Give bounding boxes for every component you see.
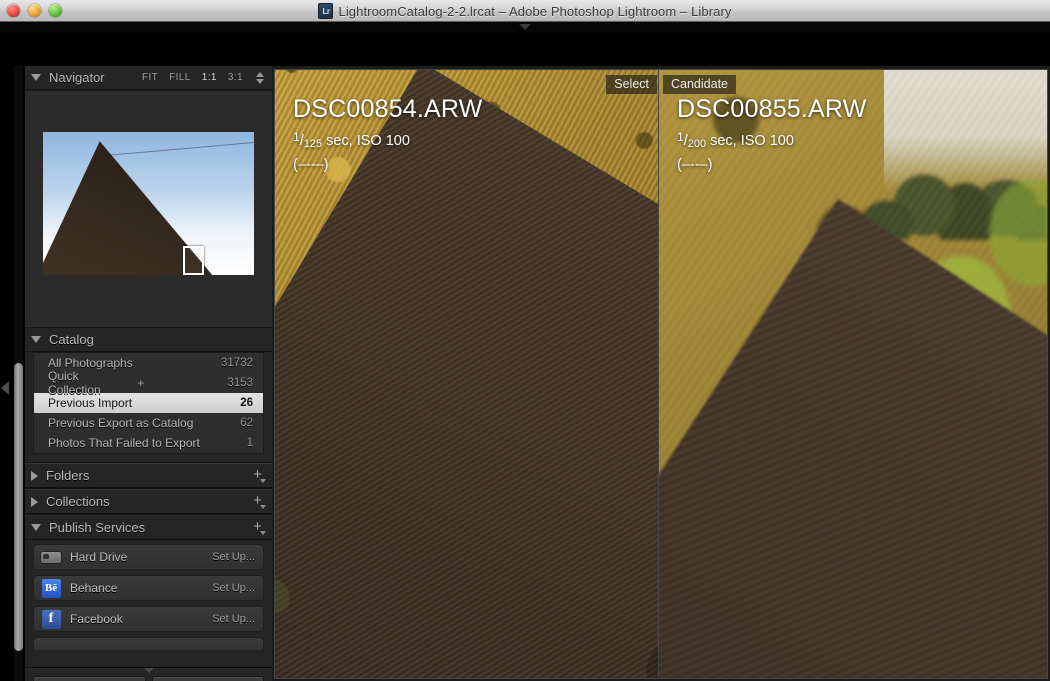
quick-collection-plus-icon: + — [137, 376, 144, 390]
behance-icon: Bē — [40, 579, 62, 597]
publish-service-label: Hard Drive — [70, 550, 212, 564]
folders-header[interactable]: Folders + — [25, 464, 272, 488]
catalog-item-previous-export-as-catalog[interactable]: Previous Export as Catalog 62 — [34, 413, 263, 433]
catalog-item-count: 26 — [240, 397, 253, 409]
export-button[interactable]: Export... — [152, 676, 265, 681]
catalog-item-label: Photos That Failed to Export — [48, 436, 247, 450]
top-panel-toggle-icon[interactable] — [519, 24, 531, 30]
chevron-right-icon[interactable] — [31, 471, 38, 481]
publish-service-setup-link[interactable]: Set Up... — [212, 582, 255, 594]
publish-services-header[interactable]: Publish Services + — [25, 516, 272, 540]
power-line — [107, 142, 254, 156]
select-pane[interactable]: Select DSC00854.ARW 1/125 sec, ISO 100 (… — [274, 69, 662, 679]
zoom-stepper-icon[interactable] — [256, 71, 264, 85]
catalog-list: All Photographs 31732 Quick Collection +… — [33, 352, 264, 454]
add-publish-service-icon[interactable]: + — [251, 521, 264, 534]
catalog-item-count: 3153 — [227, 377, 253, 389]
lightroom-window: Lr LightroomCatalog-2-2.lrcat – Adobe Ph… — [0, 0, 1050, 681]
left-panel-scroll-thumb[interactable] — [14, 363, 23, 651]
left-panel-collapse-icon[interactable] — [1, 381, 9, 395]
navigator-title: Navigator — [49, 70, 142, 85]
navigator-thumbnail — [43, 132, 254, 275]
catalog-item-label: Previous Import — [48, 396, 240, 410]
title-bar: Lr LightroomCatalog-2-2.lrcat – Adobe Ph… — [0, 0, 1050, 22]
publish-service-label: Behance — [70, 581, 212, 595]
catalog-item-photos-that-failed-to-export[interactable]: Photos That Failed to Export 1 — [34, 433, 263, 453]
candidate-pane[interactable]: Candidate DSC00855.ARW 1/200 sec, ISO 10… — [658, 69, 1048, 679]
left-panel: Navigator FIT FILL 1:1 3:1 — [25, 66, 272, 681]
window-controls — [7, 4, 62, 17]
catalog-item-count: 1 — [247, 437, 253, 449]
import-button[interactable]: Import... — [33, 676, 146, 681]
folders-title: Folders — [46, 468, 251, 483]
select-badge: Select — [606, 75, 657, 94]
zoom-1-1[interactable]: 1:1 — [202, 72, 217, 83]
zoom-fit[interactable]: FIT — [142, 72, 158, 83]
navigator-zoom-group: FIT FILL 1:1 3:1 — [142, 71, 264, 85]
publish-services-title: Publish Services — [49, 520, 251, 535]
catalog-section: Catalog All Photographs 31732 Quick Coll… — [25, 328, 272, 454]
add-folder-icon[interactable]: + — [251, 469, 264, 482]
candidate-badge: Candidate — [663, 75, 736, 94]
chevron-down-icon[interactable] — [31, 336, 41, 343]
navigator-preview[interactable] — [25, 90, 272, 328]
title-group: Lr LightroomCatalog-2-2.lrcat – Adobe Ph… — [0, 0, 1050, 22]
catalog-item-label: Previous Export as Catalog — [48, 416, 240, 430]
workspace: Navigator FIT FILL 1:1 3:1 — [0, 33, 1050, 681]
catalog-item-label: All Photographs — [48, 356, 221, 370]
hard-drive-icon — [40, 548, 62, 566]
publish-service-partial-row[interactable] — [33, 637, 264, 650]
left-panel-toggle-icon[interactable] — [144, 668, 154, 673]
chevron-right-icon[interactable] — [31, 497, 38, 507]
catalog-title: Catalog — [49, 332, 264, 347]
left-panel-footer: Import... Export... — [25, 667, 272, 681]
spacer — [25, 454, 272, 462]
collections-header[interactable]: Collections + — [25, 490, 272, 514]
navigator-crop-rectangle[interactable] — [183, 246, 204, 275]
candidate-photo — [659, 70, 1047, 678]
catalog-item-count: 62 — [240, 417, 253, 429]
publish-services-list: Hard Drive Set Up... Bē Behance Set Up..… — [25, 540, 272, 632]
facebook-icon: f — [40, 610, 62, 628]
collections-title: Collections — [46, 494, 251, 509]
chevron-down-icon[interactable] — [31, 74, 41, 81]
window-title: LightroomCatalog-2-2.lrcat – Adobe Photo… — [338, 4, 731, 19]
catalog-item-count: 31732 — [221, 357, 253, 369]
close-button[interactable] — [7, 4, 20, 17]
compare-view: Select DSC00854.ARW 1/125 sec, ISO 100 (… — [272, 66, 1050, 681]
publish-service-facebook[interactable]: f Facebook Set Up... — [33, 606, 264, 632]
chevron-down-icon[interactable] — [31, 524, 41, 531]
publish-service-setup-link[interactable]: Set Up... — [212, 551, 255, 563]
navigator-header[interactable]: Navigator FIT FILL 1:1 3:1 — [25, 66, 272, 90]
zoom-fill[interactable]: FILL — [169, 72, 191, 83]
add-collection-icon[interactable]: + — [251, 495, 264, 508]
publish-service-behance[interactable]: Bē Behance Set Up... — [33, 575, 264, 601]
publish-service-hard-drive[interactable]: Hard Drive Set Up... — [33, 544, 264, 570]
catalog-item-label: Quick Collection — [48, 369, 131, 397]
catalog-item-previous-import[interactable]: Previous Import 26 — [34, 393, 263, 413]
zoom-button[interactable] — [49, 4, 62, 17]
select-photo — [275, 70, 661, 678]
publish-service-setup-link[interactable]: Set Up... — [212, 613, 255, 625]
lightroom-app-icon: Lr — [318, 3, 333, 19]
zoom-3-1[interactable]: 3:1 — [228, 72, 243, 83]
catalog-item-quick-collection[interactable]: Quick Collection + 3153 — [34, 373, 263, 393]
publish-service-label: Facebook — [70, 612, 212, 626]
catalog-header[interactable]: Catalog — [25, 328, 272, 352]
navigator-field — [43, 141, 254, 275]
minimize-button[interactable] — [28, 4, 41, 17]
